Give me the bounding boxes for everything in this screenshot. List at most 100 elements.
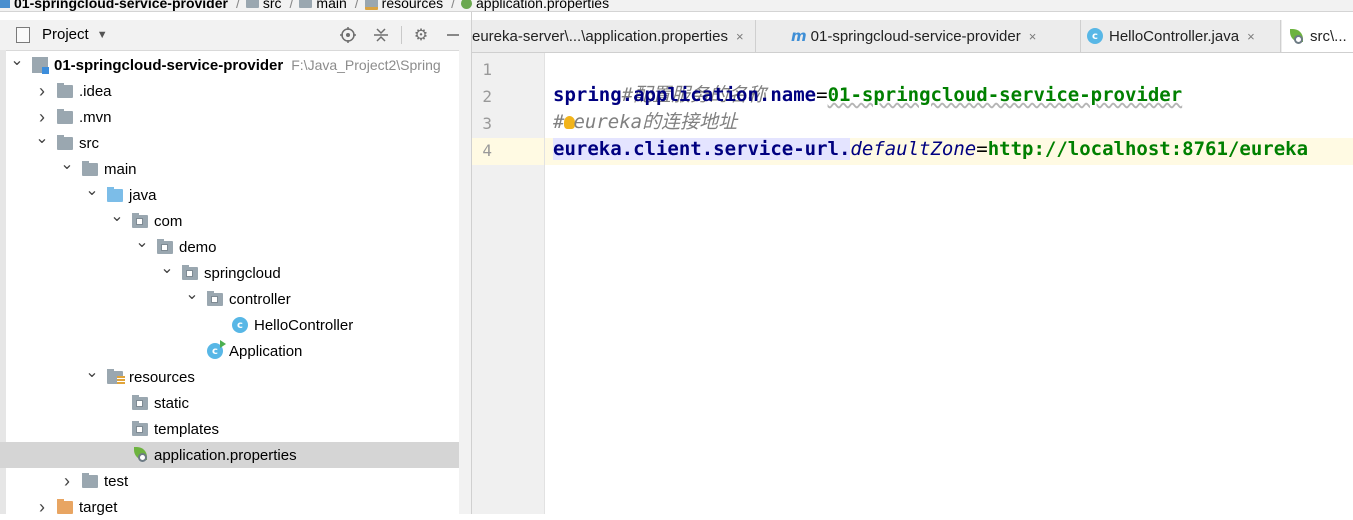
tab-eureka-server-properties[interactable]: eureka-server\...\application.properties… (472, 20, 756, 52)
tree-item-idea[interactable]: › .idea (0, 78, 471, 104)
gear-icon[interactable]: ⚙ (412, 26, 430, 44)
tree-item-target[interactable]: › target (0, 494, 471, 520)
chevron-right-icon[interactable]: › (60, 471, 74, 492)
chevron-right-icon[interactable]: › (35, 497, 49, 518)
code-line-1: #配置服务的名称 (621, 84, 767, 106)
chevron-right-icon[interactable]: › (35, 81, 49, 102)
module-icon (32, 57, 49, 74)
tree-item-label: test (104, 472, 129, 490)
tree-item-01-springcloud-service-provider[interactable]: ⌄ 01-springcloud-service-provider F:\Java_… (0, 52, 471, 78)
collapse-all-icon[interactable] (372, 26, 390, 44)
tree-item-application[interactable]: ›cApplication (0, 338, 471, 364)
package-icon (157, 238, 173, 254)
tree-item-java[interactable]: ⌄ java (0, 182, 471, 208)
hide-minus-icon[interactable] (444, 26, 462, 44)
chevron-down-icon[interactable]: ⌄ (135, 235, 149, 251)
tree-item-label: application.properties (154, 446, 297, 464)
project-view-selector[interactable]: Project ▼ (16, 26, 108, 43)
line-number: 4 (482, 141, 492, 160)
folder-icon (57, 108, 73, 124)
tree-item-hellocontroller[interactable]: ›cHelloController (0, 312, 471, 338)
folder-icon (245, 0, 259, 8)
tree-item-mvn[interactable]: › .mvn (0, 104, 471, 130)
tree-item-test[interactable]: › test (0, 468, 471, 494)
spring-properties-icon (132, 447, 148, 463)
tree-item-label: HelloController (254, 316, 354, 334)
tree-item-main[interactable]: ⌄ main (0, 156, 471, 182)
project-pane-header: Project ▼ ⚙ (0, 20, 471, 51)
chevron-down-icon[interactable]: ⌄ (10, 53, 24, 69)
chevron-down-icon: ▼ (96, 28, 108, 41)
source-folder-icon (107, 186, 123, 202)
tree-item-label: .mvn (79, 108, 112, 126)
code-editor[interactable]: #配置服务的名称 spring.application.name=01-spri… (545, 53, 1353, 514)
close-icon[interactable]: × (1247, 29, 1255, 44)
breadcrumb-resources[interactable]: resources (364, 0, 443, 11)
tree-item-resources[interactable]: ⌄ resources (0, 364, 471, 390)
line-number: 2 (482, 87, 492, 106)
tree-item-src[interactable]: ⌄ src (0, 130, 471, 156)
tree-item-label: src (79, 134, 99, 152)
tree-item-application-properties[interactable]: ›application.properties (0, 442, 471, 468)
class-icon: c (1087, 28, 1103, 44)
tree-scrollbar[interactable] (459, 50, 471, 514)
spring-boot-class-icon: c (207, 340, 226, 359)
package-icon (132, 394, 148, 410)
tree-item-label: com (154, 212, 183, 230)
resources-folder-icon (364, 0, 378, 10)
tree-item-controller[interactable]: ⌄ controller (0, 286, 471, 312)
chevron-down-icon[interactable]: ⌄ (110, 209, 124, 225)
tree-item-static[interactable]: ›static (0, 390, 471, 416)
maven-icon: m (791, 27, 807, 45)
editor-tabs: eureka-server\...\application.properties… (472, 20, 1353, 53)
code-line-2: spring.application.name=01-springcloud-s… (553, 84, 1183, 106)
tree-item-label: target (79, 498, 118, 516)
folder-icon (82, 472, 98, 488)
folder-icon (57, 82, 73, 98)
package-icon (132, 212, 148, 228)
code-line-3: # eureka的连接地址 (553, 111, 738, 133)
tree-item-label: 01-springcloud-service-provider (54, 56, 284, 74)
locate-target-icon[interactable] (339, 26, 357, 44)
tree-item-label: demo (179, 238, 217, 256)
chevron-down-icon[interactable]: ⌄ (35, 131, 49, 147)
close-icon[interactable]: × (1029, 29, 1037, 44)
breadcrumb-main[interactable]: main (299, 0, 347, 11)
navigation-bar: 01-springcloud-service-provider / src / … (0, 0, 1353, 12)
tree-item-label: templates (154, 420, 220, 438)
line-number-gutter: 1 2 3 4 (472, 53, 545, 514)
spring-leaf-icon (461, 0, 473, 9)
tree-item-templates[interactable]: ›templates (0, 416, 471, 442)
line-number: 1 (482, 60, 492, 79)
tree-item-demo[interactable]: ⌄ demo (0, 234, 471, 260)
excluded-folder-icon (57, 498, 73, 514)
breadcrumb-src[interactable]: src (245, 0, 282, 11)
tab-application-properties[interactable]: src\... (1282, 20, 1353, 52)
spring-properties-icon (1288, 28, 1304, 45)
tab-service-provider-pom[interactable]: m 01-springcloud-service-provider × (785, 20, 1081, 52)
editor-area: eureka-server\...\application.properties… (472, 12, 1353, 514)
tree-item-label: springcloud (204, 264, 281, 282)
tree-item-com[interactable]: ⌄ com (0, 208, 471, 234)
module-icon (0, 0, 10, 8)
tree-item-label: static (154, 394, 190, 412)
tree-item-label: resources (129, 368, 195, 386)
package-icon (207, 290, 223, 306)
breadcrumb-file[interactable]: application.properties (461, 0, 609, 11)
chevron-down-icon[interactable]: ⌄ (85, 183, 99, 199)
chevron-right-icon[interactable]: › (35, 107, 49, 128)
tree-item-springcloud[interactable]: ⌄ springcloud (0, 260, 471, 286)
code-line-4: eureka.client.service-url.defaultZone=ht… (553, 138, 1309, 160)
chevron-down-icon[interactable]: ⌄ (60, 157, 74, 173)
package-icon (182, 264, 198, 280)
chevron-down-icon[interactable]: ⌄ (185, 287, 199, 303)
project-tool-window: Project ▼ ⚙ ⌄ 01-springcloud-service-prov… (0, 12, 472, 517)
chevron-down-icon[interactable]: ⌄ (85, 365, 99, 381)
tab-hello-controller[interactable]: c HelloController.java × (1081, 20, 1281, 52)
tree-item-label: main (104, 160, 137, 178)
close-icon[interactable]: × (736, 29, 744, 44)
tree-item-label: controller (229, 290, 291, 308)
resources-folder-icon (107, 368, 125, 385)
chevron-down-icon[interactable]: ⌄ (160, 261, 174, 277)
breadcrumb-project[interactable]: 01-springcloud-service-provider (0, 0, 228, 11)
